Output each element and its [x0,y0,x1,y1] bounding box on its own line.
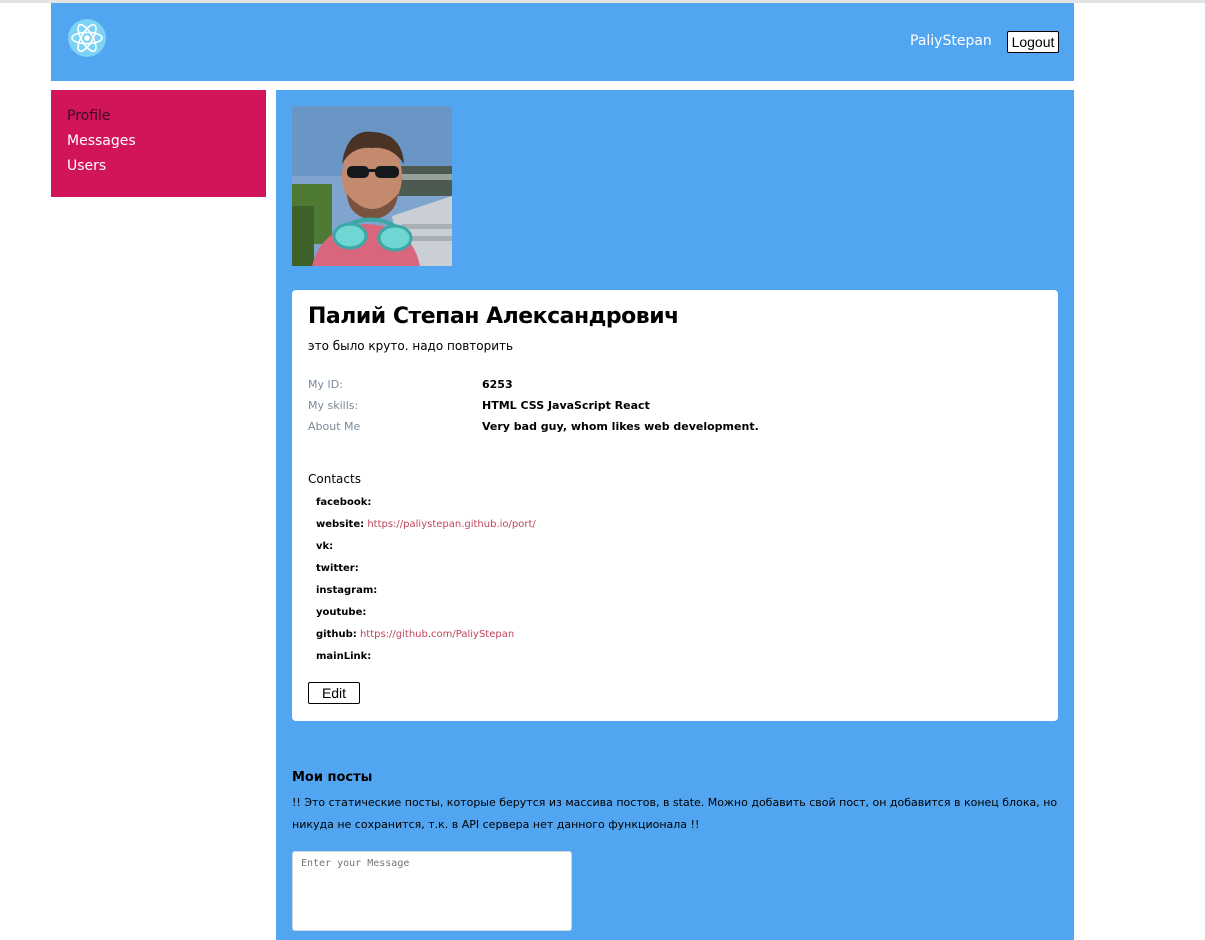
contact-key: mainLink: [316,651,372,662]
info-label-about: About Me [308,420,361,433]
sidebar-item-users[interactable]: Users [67,158,106,174]
info-label-skills: My skills: [308,399,359,412]
contact-key: vk: [316,541,334,552]
contact-key: facebook: [316,497,372,508]
contact-key: youtube: [316,607,367,618]
info-label-id: My ID: [308,378,343,391]
info-value-id: 6253 [482,378,513,391]
profile-avatar [292,106,452,266]
profile-full-name: Палий Степан Александрович [308,304,679,329]
react-atom-icon[interactable] [67,18,107,58]
info-value-about: Very bad guy, whom likes web development… [482,420,759,433]
posts-note: !! Это статические посты, которые берутс… [292,796,1058,831]
contact-key: github: [316,629,357,640]
contact-row-mainlink: mainLink: [316,651,371,662]
profile-info-card: Палий Степан Александрович это было крут… [292,290,1058,721]
contact-row-vk: vk: [316,541,333,552]
profile-main: Палий Степан Александрович это было крут… [276,90,1074,940]
contact-row-github: github: https://github.com/PaliyStepan [316,629,514,640]
posts-title: Мои посты [292,770,373,785]
contact-link[interactable]: https://github.com/PaliyStepan [360,629,514,640]
contact-row-instagram: instagram: [316,585,377,596]
contact-key: twitter: [316,563,359,574]
sidebar-item-messages[interactable]: Messages [67,133,136,149]
contact-link[interactable]: https://paliystepan.github.io/port/ [367,519,535,530]
contact-row-website: website: https://paliystepan.github.io/p… [316,519,536,530]
sidebar: Profile Messages Users [51,90,266,197]
logout-button[interactable]: Logout [1007,31,1059,53]
info-value-skills: HTML CSS JavaScript React [482,399,650,412]
contact-key: instagram: [316,585,378,596]
header-username: PaliyStepan [910,33,992,49]
contact-row-facebook: facebook: [316,497,371,508]
post-message-input[interactable] [292,851,572,931]
app-header: PaliyStepan Logout [51,3,1074,81]
contact-row-twitter: twitter: [316,563,359,574]
contacts-title: Contacts [308,472,361,486]
profile-status[interactable]: это было круто. надо повторить [308,339,513,353]
contact-key: website: [316,519,365,530]
edit-profile-button[interactable]: Edit [308,682,360,704]
sidebar-item-profile[interactable]: Profile [67,108,111,124]
contact-row-youtube: youtube: [316,607,366,618]
